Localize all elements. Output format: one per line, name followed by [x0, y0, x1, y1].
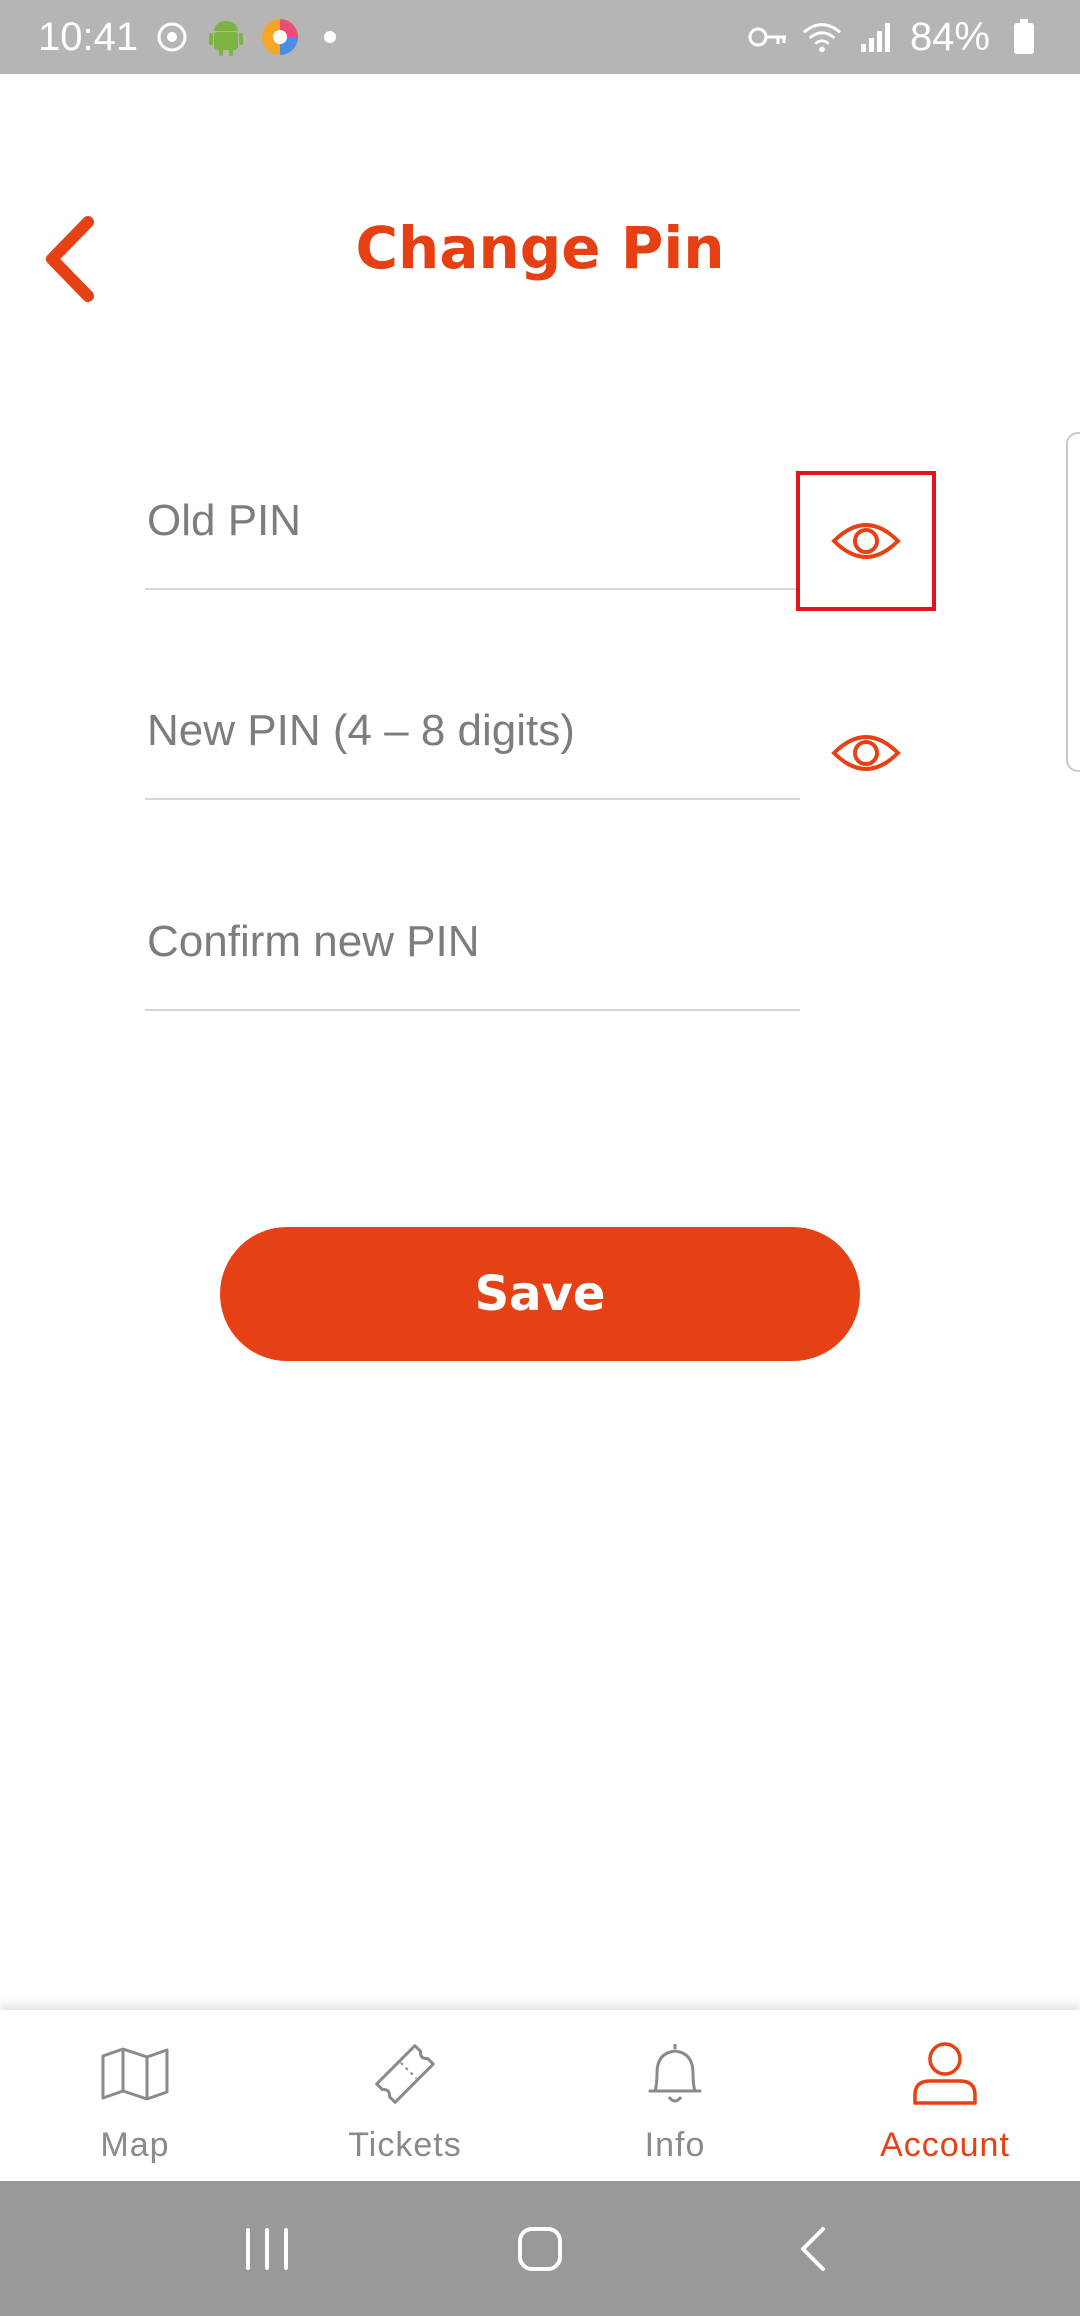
system-nav-bar [0, 2181, 1080, 2316]
nav-item-info[interactable]: Info [540, 2010, 810, 2181]
header: Change Pin [0, 74, 1080, 424]
status-left: 10:41 [38, 14, 337, 60]
map-icon [95, 2034, 175, 2114]
old-pin-toggle-visibility-button[interactable] [796, 471, 936, 611]
battery-icon [1004, 17, 1044, 57]
nav-item-tickets[interactable]: Tickets [270, 2010, 540, 2181]
key-icon [748, 17, 788, 57]
page-title: Change Pin [355, 214, 725, 282]
signal-icon [856, 17, 896, 57]
home-button[interactable] [495, 2204, 585, 2294]
battery-percent: 84% [909, 14, 990, 59]
eye-icon [831, 735, 901, 771]
bottom-nav: Map Tickets Info Account [0, 2010, 1080, 2181]
new-pin-field [145, 690, 802, 800]
app-icon [260, 17, 300, 57]
nav-item-map[interactable]: Map [0, 2010, 270, 2181]
nav-item-account[interactable]: Account [810, 2010, 1080, 2181]
recents-button[interactable] [222, 2204, 312, 2294]
user-icon [905, 2034, 985, 2114]
old-pin-field [145, 480, 802, 590]
confirm-pin-input[interactable] [147, 917, 802, 967]
new-pin-input[interactable] [147, 706, 802, 756]
eye-icon [831, 523, 901, 559]
nav-label-map: Map [100, 2126, 170, 2164]
sync-icon [152, 17, 192, 57]
back-icon [801, 2226, 826, 2271]
nav-label-account: Account [880, 2126, 1010, 2164]
android-icon [206, 17, 246, 57]
notification-dot [324, 31, 337, 43]
side-panel-handle[interactable] [1066, 432, 1080, 772]
new-pin-toggle-visibility-button[interactable] [796, 683, 936, 823]
ticket-icon [365, 2034, 445, 2114]
save-button[interactable]: Save [220, 1227, 860, 1361]
bell-icon [635, 2034, 715, 2114]
status-right: 84% [748, 15, 1044, 60]
recents-icon [245, 2227, 288, 2270]
old-pin-input[interactable] [147, 496, 802, 546]
confirm-pin-field [145, 901, 802, 1011]
wifi-icon [802, 17, 842, 57]
nav-label-tickets: Tickets [348, 2126, 462, 2164]
status-bar: 10:41 84% [0, 0, 1080, 74]
status-time: 10:41 [38, 14, 139, 59]
home-icon [517, 2226, 562, 2271]
system-back-button[interactable] [768, 2204, 858, 2294]
nav-label-info: Info [644, 2126, 706, 2164]
